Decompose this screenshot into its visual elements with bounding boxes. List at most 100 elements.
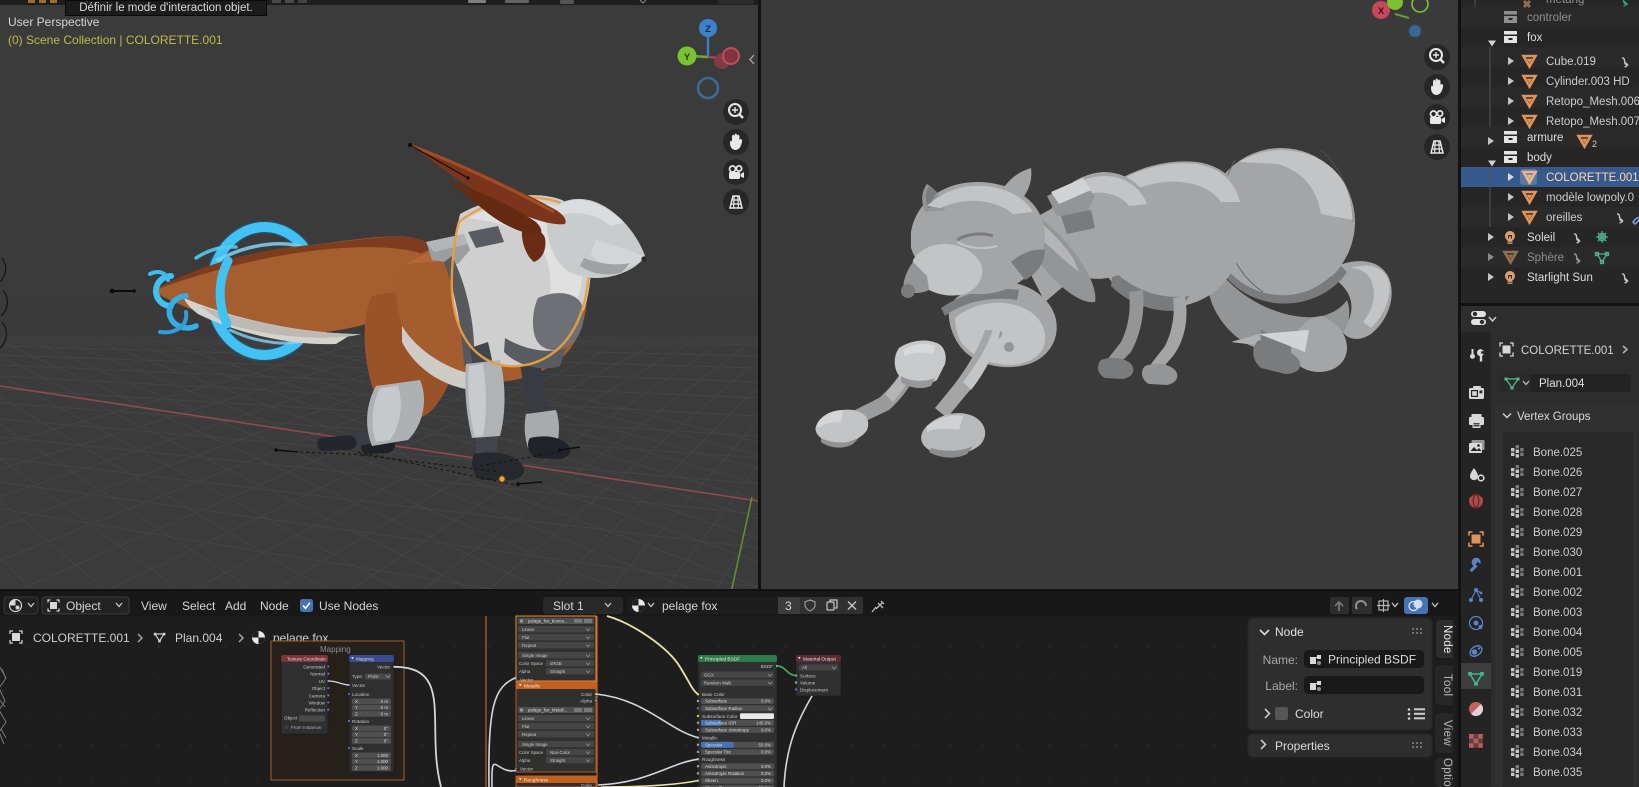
svg-text:Non-Color: Non-Color	[550, 750, 571, 755]
svg-text:Normal: Normal	[310, 672, 325, 677]
svg-text:Single Image: Single Image	[522, 742, 548, 747]
svg-text:Y: Y	[355, 759, 358, 764]
svg-text:Color: Color	[581, 783, 592, 787]
svg-text:Cylinder.003 HD: Cylinder.003 HD	[1546, 76, 1630, 88]
svg-text:Bone.019: Bone.019	[1533, 667, 1582, 679]
svg-text:Bone.035: Bone.035	[1533, 767, 1582, 779]
svg-text:Color: Color	[581, 692, 592, 697]
svg-text:Texture Coordinate: Texture Coordinate	[287, 657, 326, 662]
svg-text:metang: metang	[1546, 0, 1584, 6]
svg-text:Flat: Flat	[522, 724, 530, 729]
svg-text:Random Walk: Random Walk	[704, 680, 732, 685]
svg-text:Single Image: Single Image	[522, 653, 548, 658]
svg-text:0.0%: 0.0%	[761, 750, 771, 755]
svg-text:Bone.034: Bone.034	[1533, 747, 1583, 759]
svg-text:Color Space: Color Space	[519, 750, 544, 755]
svg-text:Bone.005: Bone.005	[1533, 647, 1582, 659]
svg-text:Bone.003: Bone.003	[1533, 607, 1582, 619]
svg-text:Subsurface Radius: Subsurface Radius	[705, 706, 743, 711]
svg-text:Anisotropic: Anisotropic	[705, 764, 728, 769]
svg-text:COLORETTE.001: COLORETTE.001	[33, 631, 130, 645]
svg-text:X: X	[1378, 6, 1385, 17]
svg-text:Plan.004: Plan.004	[1539, 378, 1585, 390]
svg-text:pelage fox: pelage fox	[662, 599, 717, 613]
svg-text:Bone.025: Bone.025	[1533, 447, 1582, 459]
svg-text:Vector: Vector	[377, 665, 390, 670]
svg-text:Starlight Sun: Starlight Sun	[1527, 272, 1593, 284]
svg-text:Properties: Properties	[1275, 739, 1330, 753]
svg-text:0 m: 0 m	[381, 712, 389, 717]
svg-text:COLORETTE.001: COLORETTE.001	[1521, 345, 1614, 357]
svg-text:Bone.027: Bone.027	[1533, 487, 1582, 499]
svg-text:X: X	[355, 753, 358, 758]
svg-text:Mapping: Mapping	[356, 657, 374, 662]
svg-text:Cube.019: Cube.019	[1546, 56, 1596, 68]
svg-text:Mapping: Mapping	[320, 645, 351, 654]
svg-text:Specular: Specular	[705, 742, 723, 747]
svg-text:Object: Object	[312, 686, 326, 691]
svg-text:UV: UV	[319, 679, 326, 684]
svg-text:Node: Node	[260, 599, 289, 613]
svg-text:Volume: Volume	[800, 681, 816, 686]
svg-text:Metallic: Metallic	[524, 684, 541, 690]
svg-text:Principled BSDF: Principled BSDF	[705, 657, 740, 663]
svg-text:3: 3	[785, 599, 792, 613]
svg-text:Flat: Flat	[522, 635, 530, 640]
svg-text:Type:: Type:	[352, 674, 363, 679]
svg-text:Principled BSDF: Principled BSDF	[1328, 653, 1416, 667]
svg-text:X: X	[355, 726, 358, 731]
svg-text:Vertex Groups: Vertex Groups	[1517, 411, 1591, 423]
svg-text:pelage_fox_Metall...: pelage_fox_Metall...	[528, 708, 567, 713]
svg-text:Object: Object	[284, 716, 298, 721]
svg-text:0°: 0°	[384, 726, 388, 731]
svg-text:Surface: Surface	[800, 674, 816, 679]
svg-text:0°: 0°	[384, 732, 388, 737]
svg-text:Alpha: Alpha	[580, 699, 592, 704]
svg-text:Subsurface Color: Subsurface Color	[702, 714, 738, 719]
svg-text:Displacement: Displacement	[800, 688, 829, 693]
svg-text:X: X	[355, 699, 358, 704]
svg-text:GGX: GGX	[704, 672, 714, 677]
svg-text:Label:: Label:	[1265, 679, 1298, 693]
svg-text:Z: Z	[705, 24, 711, 35]
svg-text:Bone.032: Bone.032	[1533, 707, 1582, 719]
svg-text:0.0%: 0.0%	[761, 699, 771, 704]
svg-text:Base Color: Base Color	[702, 692, 725, 697]
svg-text:145.0%: 145.0%	[756, 720, 771, 725]
svg-text:Color: Color	[1295, 707, 1324, 721]
svg-text:0°: 0°	[384, 739, 388, 744]
svg-text:Straight: Straight	[550, 669, 566, 674]
svg-text:Alpha: Alpha	[519, 669, 531, 674]
svg-text:Repeat: Repeat	[522, 643, 537, 648]
svg-text:Roughness: Roughness	[524, 778, 549, 784]
svg-text:Bone.028: Bone.028	[1533, 507, 1582, 519]
svg-text:fox: fox	[1527, 32, 1543, 44]
svg-text:Repeat: Repeat	[522, 732, 537, 737]
svg-text:1.000: 1.000	[377, 759, 389, 764]
svg-text:Sheen: Sheen	[705, 778, 718, 783]
svg-text:Reflection: Reflection	[305, 708, 326, 713]
svg-text:Point: Point	[368, 674, 379, 679]
svg-text:modèle lowpoly.0: modèle lowpoly.0	[1546, 192, 1634, 204]
svg-text:controler: controler	[1527, 12, 1572, 24]
svg-text:Add: Add	[225, 599, 246, 613]
svg-text:Use Nodes: Use Nodes	[319, 599, 378, 613]
svg-text:50.0%: 50.0%	[759, 742, 772, 747]
svg-text:Color Space: Color Space	[519, 661, 544, 666]
svg-text:Y: Y	[684, 52, 691, 63]
svg-text:Sphère: Sphère	[1527, 252, 1564, 264]
svg-text:Y: Y	[355, 732, 358, 737]
svg-text:Generated: Generated	[303, 665, 325, 670]
svg-text:Z: Z	[355, 712, 358, 717]
svg-text:Bone.004: Bone.004	[1533, 627, 1583, 639]
svg-text:Y: Y	[355, 705, 358, 710]
svg-text:Z: Z	[355, 739, 358, 744]
svg-text:View: View	[141, 599, 167, 613]
svg-text:COLORETTE.001: COLORETTE.001	[1546, 172, 1639, 184]
svg-text:Plan.004: Plan.004	[175, 631, 223, 645]
svg-text:0 m: 0 m	[381, 705, 389, 710]
svg-text:0.0%: 0.0%	[761, 764, 771, 769]
svg-text:Soleil: Soleil	[1527, 232, 1555, 244]
svg-text:Specular Tint: Specular Tint	[705, 750, 731, 755]
svg-text:Bone.031: Bone.031	[1533, 687, 1582, 699]
